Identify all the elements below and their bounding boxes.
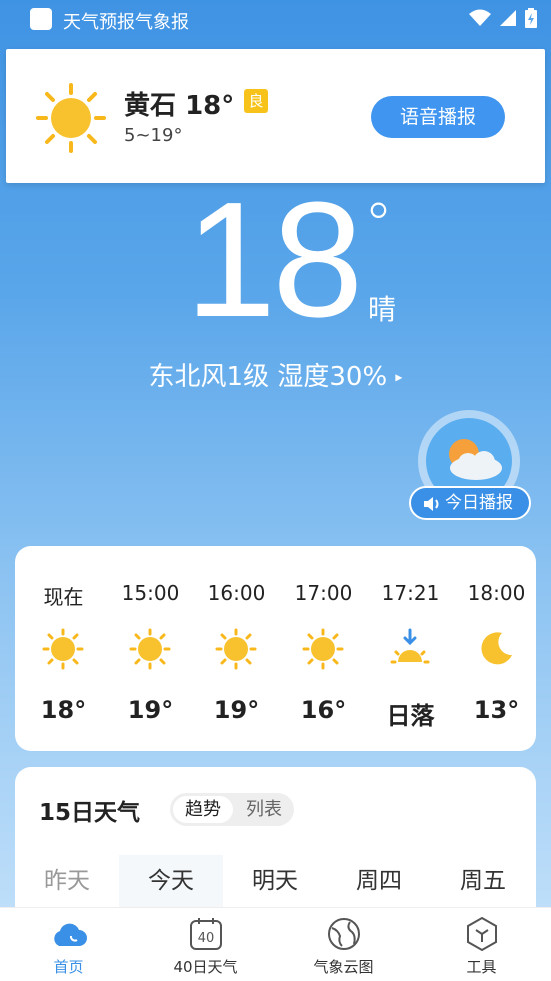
hourly-forecast-card[interactable]: 现在 18° 15:00 19° 16:00 19° 17:00 16° 17:… (15, 546, 536, 751)
nav-label: 气象云图 (313, 958, 374, 976)
current-temperature: 18 (185, 168, 363, 351)
svg-text:40: 40 (197, 931, 214, 946)
current-condition: 晴 (368, 293, 397, 326)
status-bar: 天气预报气象报 (0, 0, 551, 38)
wind-humidity-link[interactable]: 东北风1级 湿度30% ▸ (0, 356, 551, 393)
city-temp: 18° (185, 91, 235, 121)
chevron-right-icon: ▸ (395, 369, 403, 386)
nav-label: 首页 (53, 958, 84, 976)
hour-label: 16:00 (207, 581, 266, 605)
fifteen-day-title: 15日天气 (39, 800, 141, 826)
hour-value: 18° (40, 696, 87, 724)
cloud-home-icon (53, 923, 87, 946)
hour-value: 19° (127, 696, 174, 724)
city-name: 黄石 (124, 91, 177, 121)
hour-value: 日落 (386, 702, 435, 730)
sun-icon (302, 628, 344, 670)
day-column[interactable]: 今天 (119, 855, 223, 915)
hour-label: 17:00 (294, 581, 353, 605)
calendar-40-icon: 40 (189, 918, 222, 950)
sun-icon (129, 628, 171, 670)
hour-value: 16° (300, 696, 347, 724)
globe-icon (327, 918, 360, 950)
wifi-icon (469, 9, 491, 26)
sun-icon (42, 628, 84, 670)
toggle-list[interactable]: 列表 (236, 796, 292, 823)
day-column[interactable]: 周五 (431, 861, 535, 895)
nav-item-satellite[interactable]: 气象云图 (275, 908, 412, 981)
nav-item-40-day[interactable]: 40 40日天气 (137, 908, 274, 981)
hour-label: 17:21 (381, 581, 440, 605)
aqi-badge[interactable]: 良 (244, 89, 268, 113)
today-broadcast-label: 今日播报 (445, 493, 513, 513)
battery-icon (525, 8, 537, 28)
status-app-title: 天气预报气象报 (63, 12, 189, 33)
day-column[interactable]: 昨天 (15, 861, 119, 895)
degree-symbol: ° (364, 190, 393, 258)
voice-broadcast-button[interactable]: 语音播报 (371, 96, 505, 138)
day-column[interactable]: 明天 (223, 861, 327, 895)
nav-item-home[interactable]: 首页 (0, 908, 137, 981)
hour-value: 13° (473, 696, 520, 724)
toggle-trend[interactable]: 趋势 (173, 796, 233, 823)
sun-icon (36, 83, 106, 153)
signal-icon (500, 10, 516, 26)
bottom-nav: 首页 40 40日天气 气象云图 工具 (0, 907, 551, 981)
moon-icon (481, 632, 512, 665)
hour-label: 18:00 (467, 581, 526, 605)
hour-value: 19° (213, 696, 260, 724)
hexagon-tool-icon (466, 916, 497, 952)
speaker-icon (424, 497, 439, 511)
sun-icon (215, 628, 257, 670)
nav-label: 工具 (466, 958, 497, 976)
view-toggle[interactable]: 趋势 列表 (170, 793, 294, 826)
today-broadcast-button[interactable]: 今日播报 (409, 486, 531, 520)
hour-label: 现在 (43, 585, 84, 609)
hour-label: 15:00 (121, 581, 180, 605)
nav-label: 40日天气 (173, 958, 238, 976)
wind-humidity-text: 东北风1级 湿度30% (148, 362, 388, 392)
day-column[interactable]: 周四 (327, 861, 431, 895)
location-card: 黄石 18° 良 5~19° 语音播报 (6, 49, 545, 183)
temp-range: 5~19° (124, 125, 183, 146)
nav-item-tools[interactable]: 工具 (413, 908, 550, 981)
sunset-icon (390, 628, 430, 664)
city-temp-heading: 黄石 18° (124, 85, 234, 122)
app-icon (30, 8, 52, 30)
system-icons (469, 8, 537, 28)
